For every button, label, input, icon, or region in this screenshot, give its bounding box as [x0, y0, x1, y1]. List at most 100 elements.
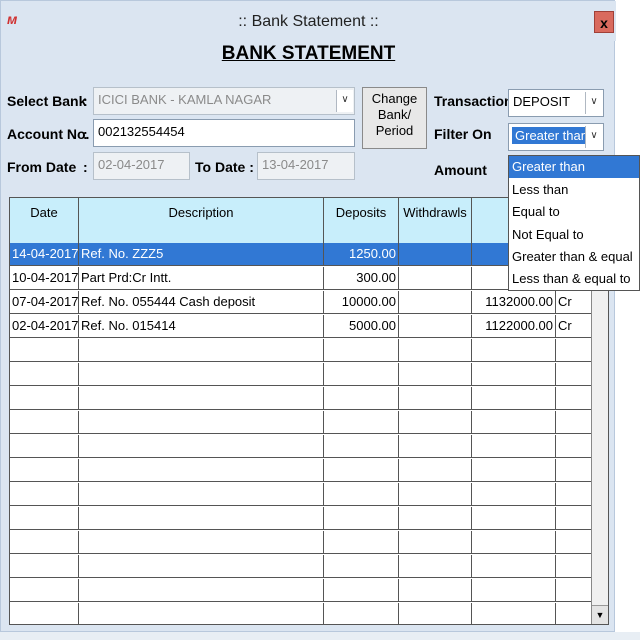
filter-on-label: Filter On: [434, 126, 492, 142]
empty-table-row[interactable]: [10, 507, 593, 530]
filter-on-value: Greater than: [512, 127, 591, 144]
table-cell-withdrawl: [399, 579, 472, 602]
table-cell-desc: [79, 483, 324, 506]
column-header-description[interactable]: Description: [79, 198, 324, 243]
table-cell-desc: Ref. No. 015414: [79, 315, 324, 338]
chevron-down-icon[interactable]: ∨: [585, 126, 602, 148]
change-button-line1: Change: [371, 91, 418, 106]
table-cell-desc: [79, 339, 324, 362]
table-cell-withdrawl: [399, 315, 472, 338]
table-cell-date: [10, 363, 79, 386]
filter-option[interactable]: Less than: [509, 179, 639, 201]
table-cell-crdr: [556, 603, 593, 624]
select-bank-value: ICICI BANK - KAMLA NAGAR: [98, 92, 272, 107]
change-button-line2: Bank/: [377, 107, 412, 122]
chevron-down-icon[interactable]: ∨: [585, 92, 602, 114]
table-cell-deposit: [324, 363, 399, 386]
empty-table-row[interactable]: [10, 459, 593, 482]
background-strip-bottom: [0, 632, 640, 640]
table-row[interactable]: 02-04-2017 Ref. No. 015414 5000.00 1122000.…: [10, 315, 593, 338]
table-cell-deposit: [324, 579, 399, 602]
empty-table-row[interactable]: [10, 483, 593, 506]
table-cell-desc: [79, 531, 324, 554]
table-cell-balance: [472, 363, 556, 386]
empty-table-row[interactable]: [10, 363, 593, 386]
amount-label: Amount: [434, 162, 487, 178]
table-cell-balance: 1122000.00: [472, 315, 556, 338]
close-button[interactable]: x: [594, 11, 614, 33]
filter-option[interactable]: Equal to: [509, 201, 639, 223]
table-cell-balance: [472, 507, 556, 530]
window-title: :: Bank Statement ::: [238, 13, 379, 30]
empty-table-row[interactable]: [10, 435, 593, 458]
column-header-withdrawls[interactable]: Withdrawls: [399, 198, 472, 243]
table-cell-withdrawl: [399, 531, 472, 554]
table-cell-desc: [79, 579, 324, 602]
table-row[interactable]: 07-04-2017 Ref. No. 055444 Cash deposit 10…: [10, 291, 593, 314]
empty-table-row[interactable]: [10, 603, 593, 624]
filter-option[interactable]: Not Equal to: [509, 224, 639, 246]
empty-table-row[interactable]: [10, 579, 593, 602]
table-cell-deposit: 1250.00: [324, 243, 399, 266]
filter-option[interactable]: Greater than: [509, 156, 639, 178]
table-cell-balance: [472, 435, 556, 458]
account-no-label: Account No.: [7, 126, 90, 142]
table-cell-withdrawl: [399, 435, 472, 458]
table-cell-date: [10, 339, 79, 362]
scroll-down-icon[interactable]: ▼: [592, 605, 608, 624]
filter-option[interactable]: Greater than & equal: [509, 246, 639, 268]
filter-option[interactable]: Less than & equal to: [509, 268, 639, 290]
empty-table-row[interactable]: [10, 411, 593, 434]
filter-options-list[interactable]: Greater than Less than Equal to Not Equa…: [508, 155, 640, 291]
table-row[interactable]: 14-04-2017Ref. No. ZZZ51250.00112: [10, 243, 593, 266]
table-cell-balance: [472, 459, 556, 482]
from-date-value: 02-04-2017: [98, 157, 165, 172]
table-cell-desc: [79, 387, 324, 410]
transaction-dropdown[interactable]: DEPOSIT ∨: [508, 89, 604, 117]
table-cell-desc: [79, 603, 324, 624]
close-icon: x: [600, 15, 608, 31]
table-cell-date: [10, 387, 79, 410]
table-cell-crdr: [556, 387, 593, 410]
filter-on-dropdown[interactable]: Greater than ∨: [508, 123, 604, 151]
table-cell-balance: [472, 531, 556, 554]
table-cell-deposit: 10000.00: [324, 291, 399, 314]
table-cell-crdr: [556, 411, 593, 434]
table-cell-balance: [472, 603, 556, 624]
table-cell-date: [10, 579, 79, 602]
to-date-value: 13-04-2017: [262, 157, 329, 172]
table-cell-date: [10, 435, 79, 458]
empty-table-row[interactable]: [10, 387, 593, 410]
table-cell-deposit: [324, 435, 399, 458]
table-cell-deposit: [324, 531, 399, 554]
table-cell-desc: [79, 459, 324, 482]
table-row[interactable]: 10-04-2017Part Prd:Cr Intt.300.00113: [10, 267, 593, 290]
table-cell-deposit: [324, 555, 399, 578]
table-cell-desc: [79, 411, 324, 434]
table-cell-desc: [79, 363, 324, 386]
column-header-deposits[interactable]: Deposits: [324, 198, 399, 243]
select-bank-dropdown[interactable]: ICICI BANK - KAMLA NAGAR ∨: [93, 87, 355, 115]
table-cell-date: [10, 507, 79, 530]
table-cell-date: 14-04-2017: [10, 243, 79, 266]
from-date-field[interactable]: 02-04-2017: [93, 152, 190, 180]
transaction-value: DEPOSIT: [513, 94, 571, 109]
vertical-scrollbar[interactable]: ▼: [591, 243, 608, 624]
background-strip-right: [615, 0, 640, 632]
to-date-field[interactable]: 13-04-2017: [257, 152, 355, 180]
table-cell-desc: Ref. No. ZZZ5: [79, 243, 324, 266]
empty-table-row[interactable]: [10, 555, 593, 578]
empty-table-row[interactable]: [10, 531, 593, 554]
account-no-field[interactable]: 002132554454: [93, 119, 355, 147]
chevron-down-icon[interactable]: ∨: [336, 90, 353, 112]
colon-label: :: [83, 126, 88, 142]
column-header-date[interactable]: Date: [10, 198, 79, 243]
table-cell-withdrawl: [399, 387, 472, 410]
change-bank-period-button[interactable]: Change Bank/ Period: [362, 87, 427, 149]
table-cell-deposit: [324, 603, 399, 624]
change-button-line3: Period: [375, 123, 414, 138]
table-cell-withdrawl: [399, 411, 472, 434]
table-cell-balance: [472, 387, 556, 410]
empty-table-row[interactable]: [10, 339, 593, 362]
table-cell-balance: [472, 339, 556, 362]
